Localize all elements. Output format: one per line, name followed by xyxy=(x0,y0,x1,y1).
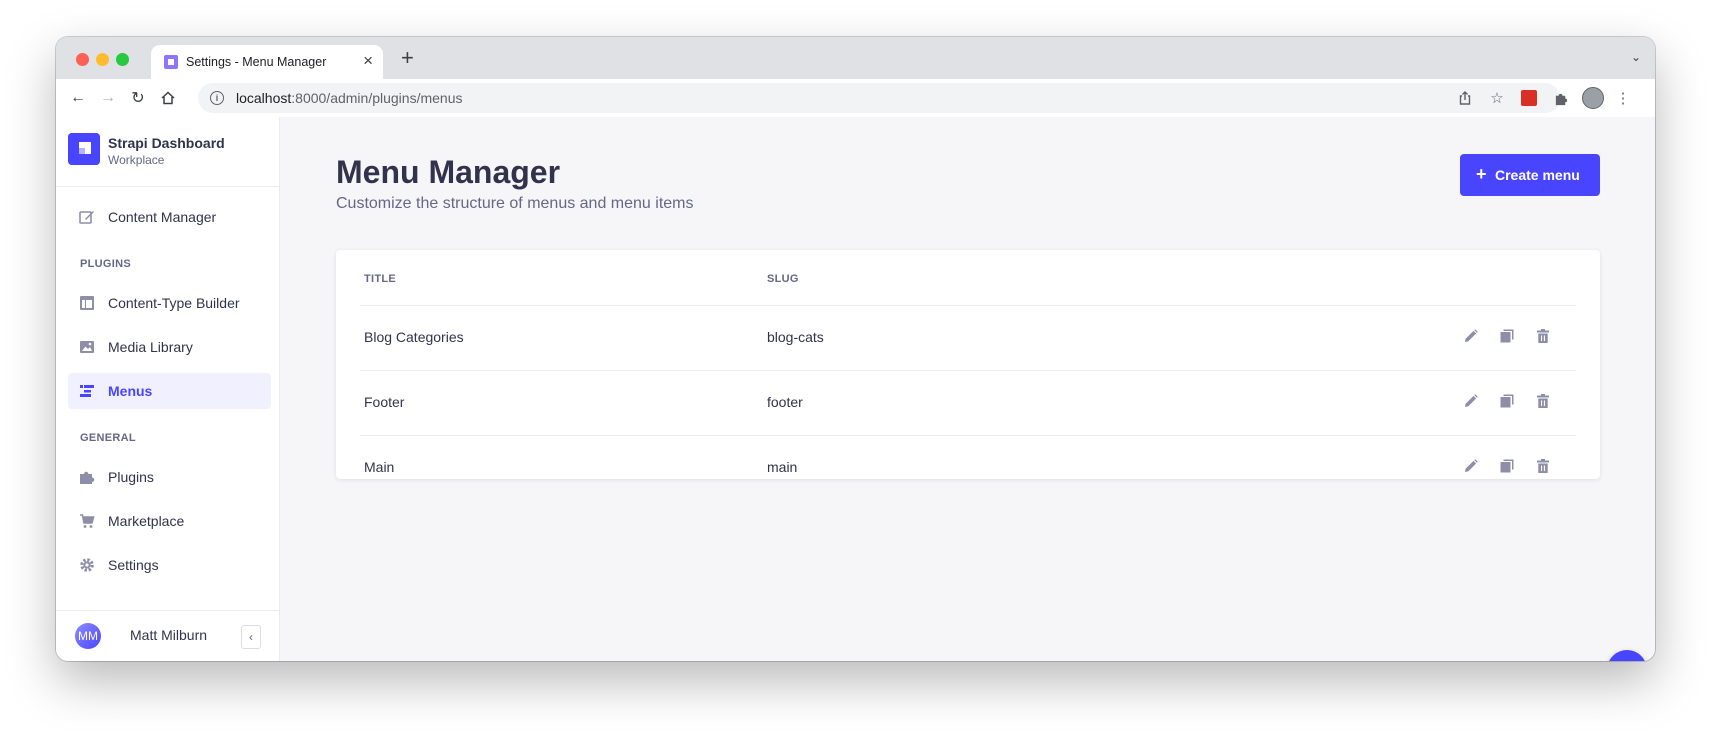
extension-icon[interactable] xyxy=(1518,87,1540,109)
edit-pencil-icon[interactable] xyxy=(1463,393,1479,409)
image-icon xyxy=(80,341,94,353)
cell-slug: blog-cats xyxy=(767,329,824,345)
sidebar-item-label: Media Library xyxy=(108,339,193,355)
home-icon[interactable] xyxy=(156,86,180,110)
collapse-sidebar-button[interactable]: ‹ xyxy=(241,625,261,649)
address-bar[interactable]: i localhost:8000/admin/plugins/menus xyxy=(198,83,1560,113)
tab-strip: Settings - Menu Manager × + ⌄ xyxy=(56,37,1655,79)
help-button[interactable]: ? xyxy=(1607,650,1647,661)
cell-slug: footer xyxy=(767,394,803,410)
duplicate-icon[interactable] xyxy=(1499,458,1515,474)
sidebar-item-label: Content Manager xyxy=(108,209,217,225)
column-header-title[interactable]: TITLE xyxy=(364,273,396,285)
column-header-slug[interactable]: SLUG xyxy=(767,273,799,285)
duplicate-icon[interactable] xyxy=(1499,393,1515,409)
tab-title: Settings - Menu Manager xyxy=(186,55,327,69)
brand-title: Strapi Dashboard xyxy=(108,135,225,151)
table-row[interactable]: Blog Categories blog-cats xyxy=(360,305,1576,371)
table-row[interactable]: Footer footer xyxy=(360,370,1576,436)
share-icon[interactable] xyxy=(1454,87,1476,109)
user-name[interactable]: Matt Milburn xyxy=(130,627,207,643)
sidebar: Strapi Dashboard Workplace Content Manag… xyxy=(56,117,280,661)
sidebar-item-content-type-builder[interactable]: Content-Type Builder xyxy=(68,285,271,321)
cell-slug: main xyxy=(767,459,798,475)
brand-subtitle: Workplace xyxy=(108,153,165,167)
trash-icon[interactable] xyxy=(1535,328,1551,344)
plugins-section-label: PLUGINS xyxy=(80,258,131,270)
extensions-puzzle-icon[interactable] xyxy=(1550,87,1572,109)
table-row[interactable]: Main main xyxy=(360,435,1576,480)
edit-pencil-icon[interactable] xyxy=(1463,328,1479,344)
tab-search-chevron-icon[interactable]: ⌄ xyxy=(1631,50,1641,64)
sidebar-item-menus[interactable]: Menus xyxy=(68,373,271,409)
forward-arrow-icon[interactable]: → xyxy=(96,86,120,110)
menus-table: TITLE SLUG Blog Categories blog-cats Foo… xyxy=(336,250,1600,479)
strapi-app: Strapi Dashboard Workplace Content Manag… xyxy=(56,117,1655,661)
edit-pencil-icon[interactable] xyxy=(1463,458,1479,474)
puzzle-icon xyxy=(80,471,95,484)
cart-icon xyxy=(80,514,95,528)
sidebar-item-label: Plugins xyxy=(108,469,154,485)
trash-icon[interactable] xyxy=(1535,393,1551,409)
page-subtitle: Customize the structure of menus and men… xyxy=(336,195,694,212)
sidebar-item-media-library[interactable]: Media Library xyxy=(68,329,271,365)
browser-menu-icon[interactable]: ⋮ xyxy=(1612,87,1634,109)
sidebar-item-label: Menus xyxy=(108,383,153,399)
sidebar-footer: MM Matt Milburn ‹ xyxy=(56,610,279,661)
general-section-label: GENERAL xyxy=(80,432,136,444)
cell-title: Footer xyxy=(364,394,405,410)
duplicate-icon[interactable] xyxy=(1499,328,1515,344)
profile-avatar-icon[interactable] xyxy=(1582,87,1604,109)
url-text: localhost:8000/admin/plugins/menus xyxy=(236,90,463,106)
layout-icon xyxy=(80,296,94,310)
browser-toolbar: ← → ↻ i localhost:8000/admin/plugins/men… xyxy=(56,79,1655,118)
new-tab-button[interactable]: + xyxy=(401,47,414,69)
close-window-button[interactable] xyxy=(76,53,89,66)
gear-icon xyxy=(80,558,94,572)
avatar[interactable]: MM xyxy=(75,623,101,649)
create-menu-label: Create menu xyxy=(1495,167,1580,183)
maximize-window-button[interactable] xyxy=(116,53,129,66)
sidebar-item-label: Settings xyxy=(108,557,159,573)
brand: Strapi Dashboard Workplace xyxy=(56,117,279,187)
reload-icon[interactable]: ↻ xyxy=(126,86,150,110)
browser-tab[interactable]: Settings - Menu Manager × xyxy=(151,45,383,79)
menu-icon xyxy=(80,385,94,397)
trash-icon[interactable] xyxy=(1535,458,1551,474)
create-menu-button[interactable]: + Create menu xyxy=(1460,154,1600,196)
pencil-square-icon xyxy=(79,211,94,224)
plus-icon: + xyxy=(1476,164,1487,184)
cell-title: Blog Categories xyxy=(364,329,464,345)
sidebar-item-content-manager[interactable]: Content Manager xyxy=(68,199,271,235)
page-title: Menu Manager xyxy=(336,154,561,190)
sidebar-item-label: Content-Type Builder xyxy=(108,295,240,311)
strapi-favicon-icon xyxy=(164,55,178,69)
strapi-logo-icon xyxy=(68,133,100,165)
minimize-window-button[interactable] xyxy=(96,53,109,66)
cell-title: Main xyxy=(364,459,395,475)
sidebar-item-marketplace[interactable]: Marketplace xyxy=(68,503,271,539)
sidebar-item-settings[interactable]: Settings xyxy=(68,547,271,583)
tab-close-icon[interactable]: × xyxy=(363,52,373,70)
site-info-icon[interactable]: i xyxy=(210,91,224,105)
browser-window: Settings - Menu Manager × + ⌄ ← → ↻ i lo… xyxy=(56,37,1655,661)
sidebar-item-plugins[interactable]: Plugins xyxy=(68,459,271,495)
back-arrow-icon[interactable]: ← xyxy=(66,86,90,110)
sidebar-item-label: Marketplace xyxy=(108,513,185,529)
bookmark-star-icon[interactable]: ☆ xyxy=(1486,87,1508,109)
